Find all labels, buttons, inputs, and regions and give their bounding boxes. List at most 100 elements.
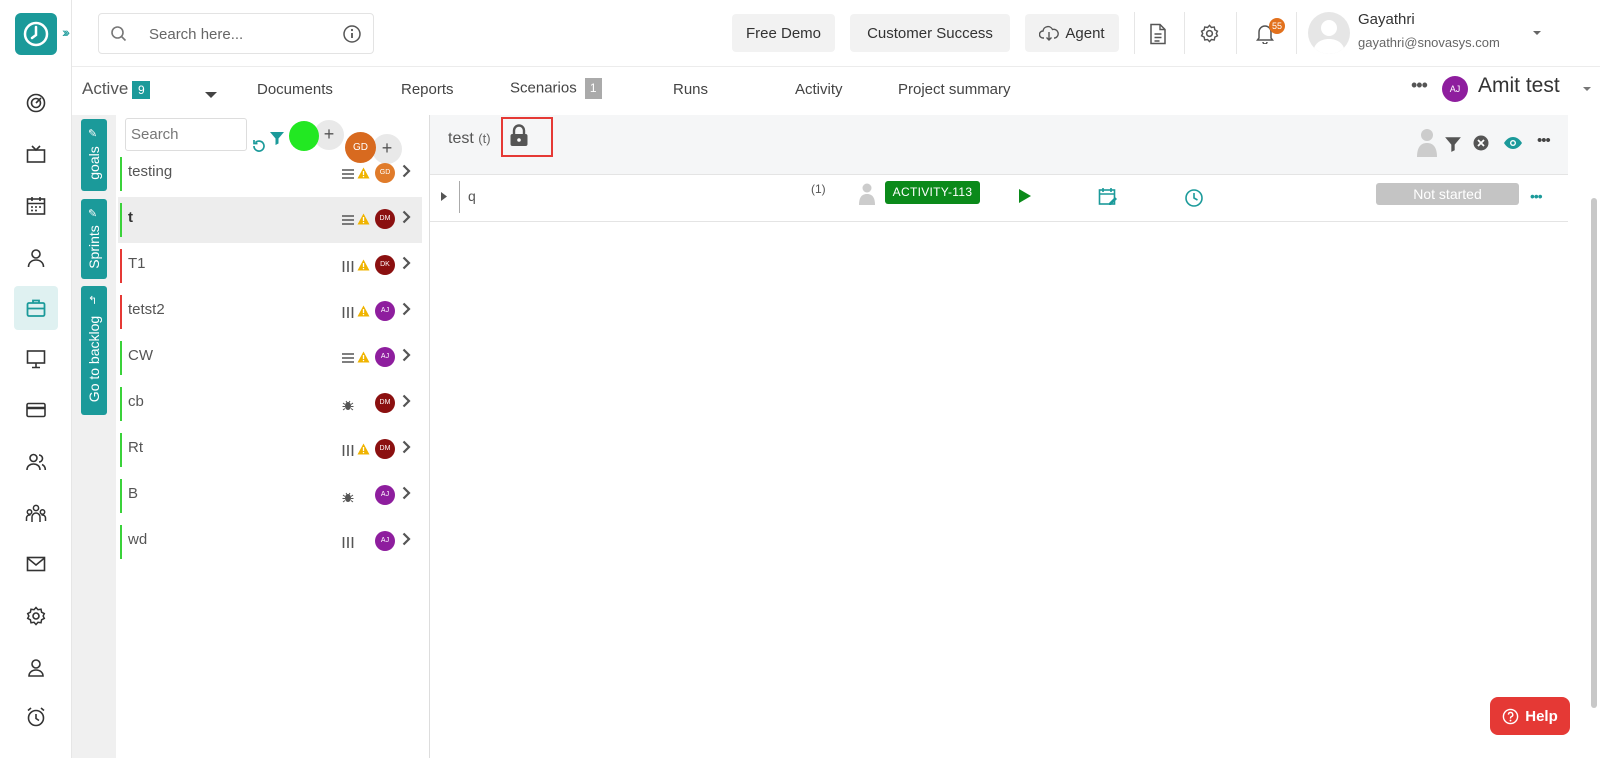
- list-item[interactable]: CW AJ: [118, 335, 422, 381]
- list-item-icons: DM: [342, 209, 422, 231]
- assignee-placeholder-icon[interactable]: [1415, 127, 1439, 159]
- chevron-right-icon[interactable]: [402, 532, 411, 546]
- clock-icon[interactable]: [1184, 188, 1204, 208]
- status-filter[interactable]: Active 9: [82, 79, 151, 99]
- project-caret-icon[interactable]: [1582, 86, 1592, 93]
- list-item[interactable]: Rt DM: [118, 427, 422, 473]
- list-item[interactable]: testing GD: [118, 151, 422, 197]
- global-search-input[interactable]: [149, 23, 329, 45]
- credit-card-icon[interactable]: [18, 392, 54, 428]
- list-item[interactable]: wd AJ: [118, 519, 422, 565]
- alarm-clock-icon[interactable]: [18, 699, 54, 735]
- document-icon[interactable]: [1148, 23, 1168, 45]
- tab-reports[interactable]: Reports: [401, 81, 454, 98]
- assignee-avatar[interactable]: AJ: [375, 531, 395, 551]
- assignee-avatar[interactable]: AJ: [375, 347, 395, 367]
- filter-icon[interactable]: [1444, 135, 1462, 153]
- calendar-edit-icon[interactable]: [1098, 187, 1118, 207]
- eye-icon[interactable]: [1503, 136, 1523, 150]
- project-name[interactable]: Amit test: [1478, 74, 1560, 98]
- more-options-icon[interactable]: •••: [1537, 132, 1551, 149]
- tv-icon[interactable]: [18, 137, 54, 173]
- tab-activity[interactable]: Activity: [795, 81, 843, 98]
- scrollbar[interactable]: [1589, 186, 1599, 758]
- assignee-avatar[interactable]: DM: [375, 439, 395, 459]
- tab-scenarios[interactable]: Scenarios 1: [510, 78, 602, 99]
- list-item[interactable]: cb DM: [118, 381, 422, 427]
- search-icon: [111, 26, 127, 42]
- activity-id-badge[interactable]: ACTIVITY-113: [885, 181, 980, 204]
- help-button[interactable]: Help: [1490, 697, 1570, 735]
- chevron-right-icon[interactable]: [402, 394, 411, 408]
- chevron-right-icon[interactable]: [402, 486, 411, 500]
- status-dropdown-caret-icon[interactable]: [204, 91, 218, 100]
- left-rail: ›››: [0, 0, 72, 758]
- chevron-right-icon[interactable]: [402, 210, 411, 224]
- list-item-icons: AJ: [342, 301, 422, 323]
- settings-icon[interactable]: [1199, 23, 1220, 44]
- assignee-avatar[interactable]: DK: [375, 255, 395, 275]
- user-menu-caret-icon[interactable]: [1532, 29, 1542, 37]
- user-icon[interactable]: [18, 240, 54, 276]
- team-users-icon[interactable]: [18, 444, 54, 480]
- go-to-backlog-tab[interactable]: ↰ Go to backlog: [81, 286, 107, 415]
- list-item[interactable]: tetst2 AJ: [118, 289, 422, 335]
- customer-success-label: Customer Success: [867, 24, 993, 42]
- expand-caret-icon[interactable]: [441, 192, 447, 201]
- chevron-right-icon[interactable]: [402, 302, 411, 316]
- assignee-placeholder-icon[interactable]: [858, 182, 876, 206]
- list-item-label: wd: [128, 531, 148, 548]
- filter-icon[interactable]: [269, 130, 285, 146]
- agent-button[interactable]: Agent: [1025, 14, 1119, 52]
- chevron-right-icon[interactable]: [402, 348, 411, 362]
- expand-menu-icon[interactable]: ›››: [62, 24, 70, 40]
- list-item-icons: DK: [342, 255, 422, 277]
- customer-success-button[interactable]: Customer Success: [850, 14, 1010, 52]
- scenarios-count-badge: 1: [584, 78, 602, 99]
- notification-count-badge: 55: [1269, 18, 1285, 34]
- scrollbar-thumb[interactable]: [1591, 198, 1597, 708]
- assignee-avatar[interactable]: GD: [375, 163, 395, 183]
- priority-bar: [120, 433, 122, 467]
- user-avatar[interactable]: [1308, 12, 1350, 54]
- task-name[interactable]: q: [468, 188, 476, 204]
- profile-badge-icon[interactable]: [18, 649, 54, 685]
- assignee-avatar[interactable]: DM: [375, 209, 395, 229]
- play-icon[interactable]: [1018, 188, 1032, 204]
- calendar-icon[interactable]: [18, 188, 54, 224]
- task-row[interactable]: q (1) ACTIVITY-113 Not started •••: [430, 176, 1568, 222]
- organization-icon[interactable]: [18, 496, 54, 532]
- mail-icon[interactable]: [18, 546, 54, 582]
- go-to-backlog-label: Go to backlog: [86, 315, 102, 402]
- info-icon[interactable]: [342, 24, 362, 44]
- settings-gear-icon[interactable]: [18, 598, 54, 634]
- tab-project-summary[interactable]: Project summary: [898, 81, 1011, 98]
- free-demo-button[interactable]: Free Demo: [732, 14, 835, 52]
- monitor-icon[interactable]: [18, 341, 54, 377]
- assignee-avatar[interactable]: AJ: [375, 301, 395, 321]
- list-item[interactable]: t DM: [118, 197, 422, 243]
- sprints-tab[interactable]: ✎ Sprints: [81, 199, 107, 279]
- divider: [1134, 12, 1135, 54]
- list-search-input[interactable]: [125, 118, 247, 151]
- list-item[interactable]: B AJ: [118, 473, 422, 519]
- more-options-icon[interactable]: •••: [1530, 188, 1543, 204]
- assignee-avatar[interactable]: DM: [375, 393, 395, 413]
- cloud-download-icon: [1039, 25, 1060, 41]
- goal-list-panel: + + GD testingGDtDMT1DKtetst2AJCWAJcbDMR…: [116, 115, 430, 758]
- projects-briefcase-icon[interactable]: [14, 286, 58, 330]
- tab-documents[interactable]: Documents: [257, 81, 333, 98]
- lock-icon[interactable]: [509, 124, 529, 148]
- dashboard-icon[interactable]: [18, 85, 54, 121]
- app-logo-icon[interactable]: [15, 13, 57, 55]
- chevron-right-icon[interactable]: [402, 164, 411, 178]
- chevron-right-icon[interactable]: [402, 440, 411, 454]
- task-status-badge[interactable]: Not started: [1376, 183, 1519, 205]
- goals-tab[interactable]: ✎ goals: [81, 119, 107, 191]
- close-circle-icon[interactable]: [1473, 135, 1489, 151]
- more-options-icon[interactable]: •••: [1411, 75, 1428, 96]
- chevron-right-icon[interactable]: [402, 256, 411, 270]
- tab-runs[interactable]: Runs: [673, 81, 708, 98]
- list-item[interactable]: T1 DK: [118, 243, 422, 289]
- assignee-avatar[interactable]: AJ: [375, 485, 395, 505]
